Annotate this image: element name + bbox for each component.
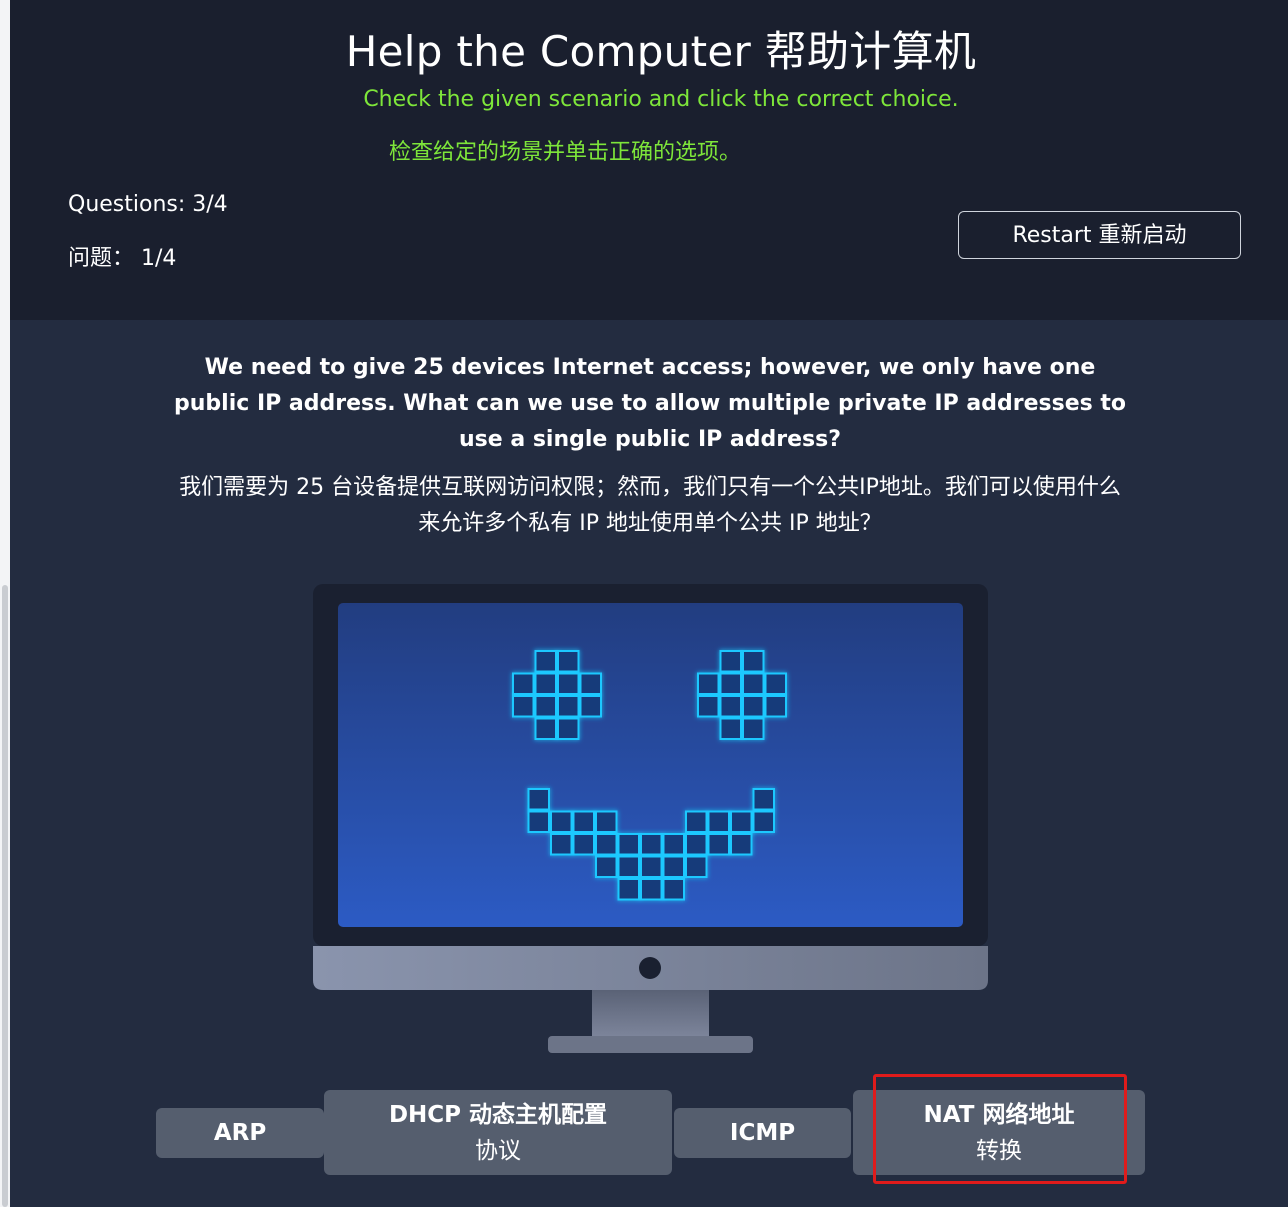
mouth-pixel xyxy=(752,788,775,811)
mouth-pixel xyxy=(595,855,618,878)
choice-dhcp-label-1: DHCP 动态主机配置 xyxy=(388,1101,608,1128)
mouth-pixel xyxy=(550,833,573,856)
question-counter-zh: 问题： 1/4 xyxy=(68,246,177,271)
mouth-pixel xyxy=(527,788,550,811)
right-eye-pixel xyxy=(719,672,742,695)
question-counter-en: Questions: 3/4 xyxy=(68,192,228,217)
left-eye-pixel xyxy=(557,672,580,695)
left-eye-pixel xyxy=(579,672,602,695)
left-eye-pixel xyxy=(557,717,580,740)
left-eye-pixel xyxy=(557,695,580,718)
webcam-dot xyxy=(639,957,661,979)
question-text-zh: 我们需要为 25 台设备提供互联网访问权限；然而，我们只有一个公共IP地址。我们… xyxy=(179,475,1121,536)
choice-nat-label-2: 转换 xyxy=(976,1137,1022,1164)
choice-nat[interactable]: NAT 网络地址 转换 xyxy=(853,1090,1145,1175)
mouth-pixel xyxy=(730,833,753,856)
mouth-pixel xyxy=(572,810,595,833)
left-edge xyxy=(0,0,10,1207)
left-eye-pixel xyxy=(512,695,535,718)
choice-dhcp-label-2: 协议 xyxy=(475,1137,521,1164)
left-eye-pixel xyxy=(579,695,602,718)
left-eye-pixel xyxy=(534,717,557,740)
mouth-pixel xyxy=(730,810,753,833)
instruction-zh: 检查给定的场景并单击正确的选项。 xyxy=(388,140,741,165)
computer-illustration xyxy=(313,584,988,1053)
page-title: Help the Computer 帮助计算机 xyxy=(345,27,977,76)
mouth-pixel xyxy=(707,833,730,856)
right-eye-pixel xyxy=(764,695,787,718)
mouth-pixel xyxy=(617,878,640,901)
choice-arp[interactable]: ARP xyxy=(156,1108,324,1158)
choice-arp-label: ARP xyxy=(213,1120,267,1146)
monitor-base xyxy=(548,1036,753,1053)
scrollbar[interactable] xyxy=(2,585,8,1207)
mouth-pixel xyxy=(640,833,663,856)
choice-nat-label-1: NAT 网络地址 xyxy=(923,1101,1075,1128)
mouth-pixel xyxy=(617,833,640,856)
mouth-pixel xyxy=(662,878,685,901)
right-eye-pixel xyxy=(742,650,765,673)
right-eye-pixel xyxy=(719,695,742,718)
choice-dhcp[interactable]: DHCP 动态主机配置 协议 xyxy=(324,1090,672,1175)
restart-button[interactable]: Restart 重新启动 xyxy=(958,211,1241,259)
mouth-pixel xyxy=(617,855,640,878)
right-eye-pixel xyxy=(697,672,720,695)
mouth-pixel xyxy=(527,810,550,833)
mouth-pixel xyxy=(572,833,595,856)
left-eye-pixel xyxy=(512,672,535,695)
mouth-pixel xyxy=(685,855,708,878)
choice-icmp-label: ICMP xyxy=(729,1120,796,1146)
mouth-pixel xyxy=(595,810,618,833)
right-eye-pixel xyxy=(742,695,765,718)
mouth-pixel xyxy=(640,855,663,878)
left-eye-pixel xyxy=(557,650,580,673)
mouth-pixel xyxy=(685,810,708,833)
monitor-neck xyxy=(592,990,709,1036)
choice-icmp[interactable]: ICMP xyxy=(674,1108,851,1158)
left-eye-pixel xyxy=(534,695,557,718)
right-eye-pixel xyxy=(742,672,765,695)
mouth-pixel xyxy=(752,810,775,833)
right-eye-pixel xyxy=(742,717,765,740)
mouth-pixel xyxy=(662,833,685,856)
question-text-en: We need to give 25 devices Internet acce… xyxy=(174,355,1126,452)
mouth-pixel xyxy=(685,833,708,856)
left-eye-pixel xyxy=(534,672,557,695)
header: Help the Computer 帮助计算机 Check the given … xyxy=(10,0,1288,320)
instruction-en: Check the given scenario and click the c… xyxy=(363,87,959,112)
mouth-pixel xyxy=(595,833,618,856)
mouth-pixel xyxy=(707,810,730,833)
right-eye-pixel xyxy=(719,650,742,673)
mouth-pixel xyxy=(662,855,685,878)
right-eye-pixel xyxy=(697,695,720,718)
mouth-pixel xyxy=(640,878,663,901)
mouth-pixel xyxy=(550,810,573,833)
right-eye-pixel xyxy=(764,672,787,695)
right-eye-pixel xyxy=(719,717,742,740)
left-eye-pixel xyxy=(534,650,557,673)
